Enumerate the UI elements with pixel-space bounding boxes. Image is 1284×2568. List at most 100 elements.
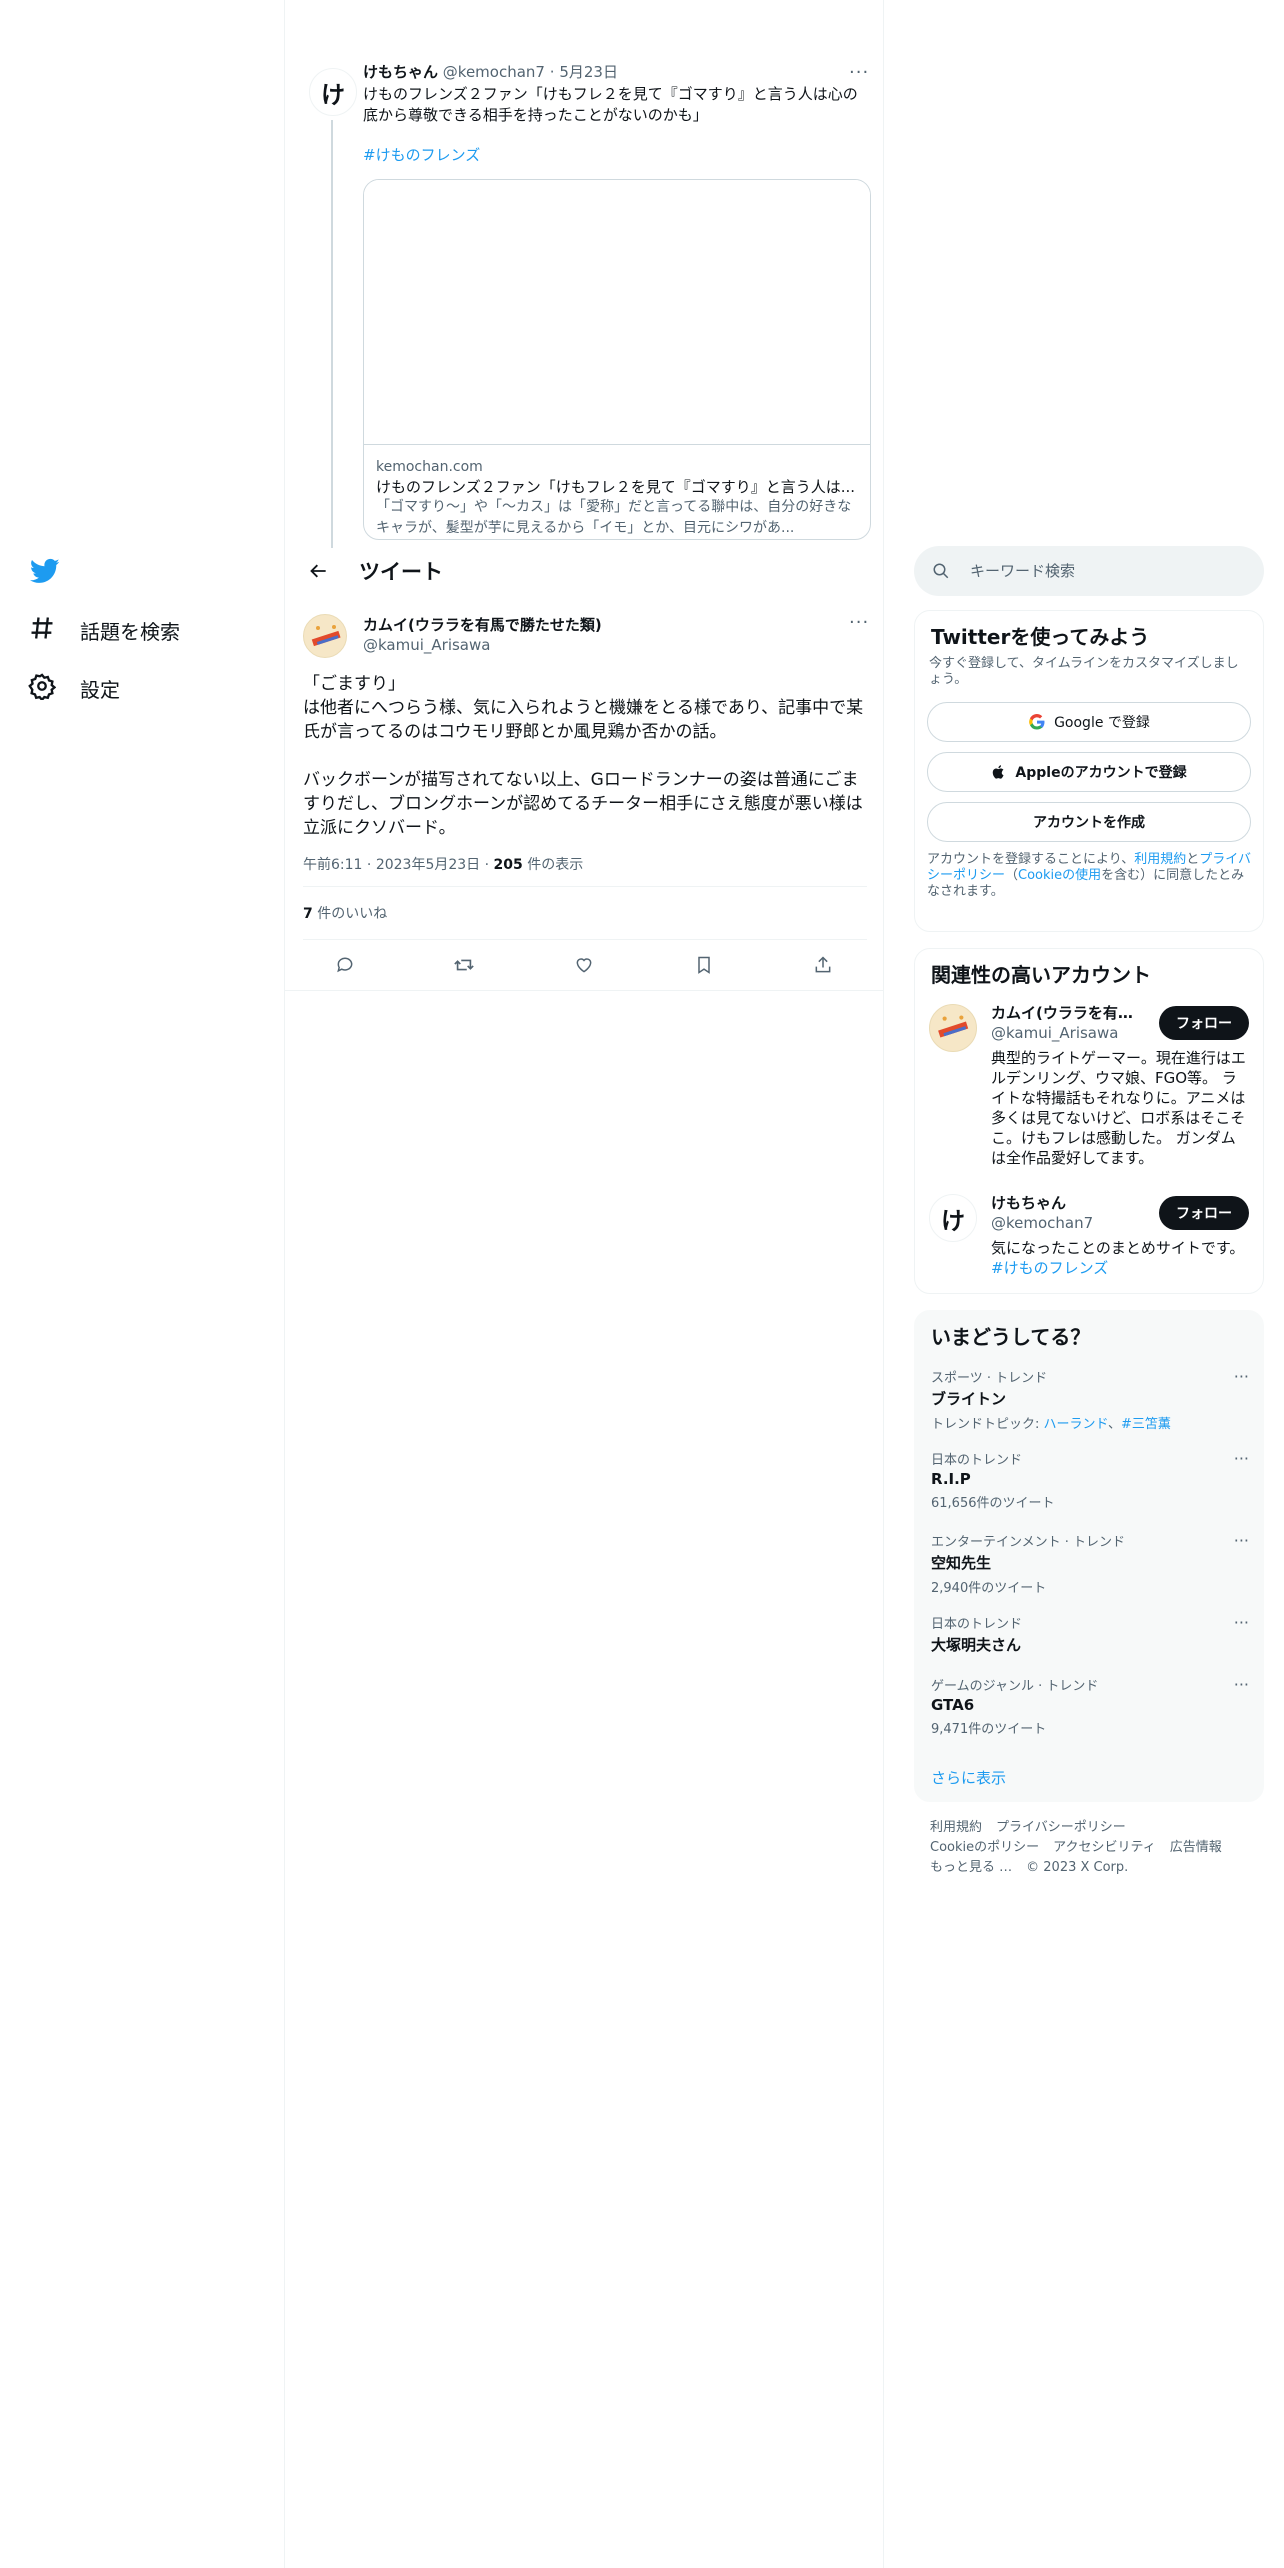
card-title: けものフレンズ２ファン「けもフレ２を見て『ゴマすり』と言う人は...: [376, 478, 856, 496]
signup-terms: アカウントを登録することにより、利用規約とプライバシーポリシー（Cookieの使…: [927, 852, 1252, 899]
nav-settings-label: 設定: [80, 678, 120, 702]
author-name[interactable]: カムイ(ウララを有馬で勝たせた類): [363, 614, 602, 635]
related-title: 関連性の高いアカウント: [931, 963, 1151, 987]
footer-link[interactable]: Cookieのポリシー: [930, 1840, 1039, 1855]
trends-panel: いまどうしてる？ スポーツ · トレンド ブライトン トレンドトピック: ハーラ…: [914, 1310, 1264, 1802]
apple-icon: [991, 764, 1007, 780]
search-bar[interactable]: [914, 546, 1264, 596]
share-icon[interactable]: [809, 951, 837, 979]
trend-name: GTA6: [931, 1696, 975, 1714]
related-accounts-panel: 関連性の高いアカウント カムイ(ウララを有馬で勝たせた類) @kamui_Ari…: [914, 948, 1264, 1294]
tweet-text: 「ごますり」 は他者にへつらう様、気に入られようと機嫌をとる様であり、記事中で某…: [303, 674, 864, 838]
trend-count: 9,471件のツイート: [931, 1722, 1047, 1737]
google-signup-label: Google で登録: [1054, 715, 1150, 731]
more-options-icon[interactable]: ···: [1234, 1367, 1249, 1386]
reply-icon[interactable]: [331, 951, 359, 979]
hashtag-link[interactable]: #けものフレンズ: [363, 144, 869, 165]
likes-label: 件のいいね: [317, 906, 388, 922]
main-tweet: カムイ(ウララを有馬で勝たせた類) @kamui_Arisawa ··· 「ごま…: [285, 606, 883, 991]
bio-hashtag-link[interactable]: #けものフレンズ: [991, 1259, 1108, 1277]
signup-title: Twitterを使ってみよう: [931, 625, 1150, 649]
action-bar: [285, 940, 883, 991]
gear-icon: [28, 672, 57, 705]
main-column: け けもちゃん @kemochan7 · 5月23日 けものフレンズ２ファン「け…: [284, 0, 884, 2568]
account-bio: 気になったことのまとめサイトです。 #けものフレンズ: [991, 1239, 1245, 1277]
google-signup-button[interactable]: Google で登録: [927, 702, 1251, 742]
follow-button[interactable]: フォロー: [1159, 1196, 1249, 1230]
create-account-button[interactable]: アカウントを作成: [927, 802, 1251, 842]
tweet-meta: 午前6:11 · 2023年5月23日 · 205 件の表示: [303, 854, 867, 887]
retweet-icon[interactable]: [450, 951, 478, 979]
header-bar: ツイート: [285, 548, 883, 594]
account-bio: 典型的ライトゲーマー。現在進行はエルデンリング、ウマ娘、FGO等。 ライトな特撮…: [991, 1049, 1246, 1167]
link-card[interactable]: kemochan.com けものフレンズ２ファン「けもフレ２を見て『ゴマすり』と…: [363, 179, 871, 540]
footer-link[interactable]: アクセシビリティ: [1053, 1840, 1156, 1855]
trend-item[interactable]: 日本のトレンド 大塚明夫さん ···: [931, 1613, 1249, 1655]
back-arrow-icon[interactable]: [301, 553, 337, 589]
more-options-icon[interactable]: ···: [849, 612, 869, 633]
trend-item[interactable]: スポーツ · トレンド ブライトン トレンドトピック: ハーランド、#三笘薫 ·…: [931, 1367, 1249, 1432]
account-name[interactable]: カムイ(ウララを有馬で勝たせた類): [991, 1002, 1143, 1023]
avatar[interactable]: け: [309, 68, 357, 116]
account-handle[interactable]: @kamui_Arisawa: [991, 1024, 1118, 1042]
footer-link[interactable]: 利用規約: [930, 1820, 982, 1835]
likes-count: 7: [303, 906, 313, 922]
signup-subtitle: 今すぐ登録して、タイムラインをカスタマイズしましょう。: [929, 656, 1239, 687]
footer-link[interactable]: プライバシーポリシー: [996, 1820, 1126, 1835]
apple-signup-label: Appleのアカウントで登録: [1015, 765, 1187, 781]
trends-title: いまどうしてる？: [931, 1325, 1091, 1349]
author-name[interactable]: けもちゃん: [363, 63, 438, 81]
trend-item[interactable]: ゲームのジャンル · トレンド GTA6 9,471件のツイート ···: [931, 1675, 1249, 1737]
author-handle[interactable]: @kamui_Arisawa: [363, 636, 490, 654]
trend-count: 61,656件のツイート: [931, 1496, 1055, 1511]
card-image: [364, 180, 870, 445]
cookie-link[interactable]: Cookieの使用: [1018, 868, 1101, 883]
nav-explore[interactable]: 話題を検索: [28, 614, 180, 647]
tweet-date[interactable]: 5月23日: [559, 63, 618, 81]
nav-settings[interactable]: 設定: [28, 672, 120, 705]
create-account-label: アカウントを作成: [1033, 815, 1145, 831]
terms-link[interactable]: 利用規約: [1134, 852, 1186, 867]
views-label: 件の表示: [527, 857, 584, 873]
trend-item[interactable]: エンターテインメント · トレンド 空知先生 2,940件のツイート ···: [931, 1531, 1249, 1596]
avatar[interactable]: け: [929, 1194, 977, 1242]
separator: ·: [549, 63, 555, 81]
google-icon: [1028, 713, 1046, 731]
more-options-icon[interactable]: ···: [1234, 1613, 1249, 1632]
more-options-icon[interactable]: ···: [1234, 1449, 1249, 1468]
footer-link[interactable]: 広告情報: [1170, 1840, 1222, 1855]
more-options-icon[interactable]: ···: [1234, 1531, 1249, 1550]
trend-name: 大塚明夫さん: [931, 1636, 1022, 1654]
page-title: ツイート: [359, 560, 443, 584]
apple-signup-button[interactable]: Appleのアカウントで登録: [927, 752, 1251, 792]
follow-button[interactable]: フォロー: [1159, 1006, 1249, 1040]
parent-tweet[interactable]: け けもちゃん @kemochan7 · 5月23日 けものフレンズ２ファン「け…: [285, 52, 883, 548]
thread-line: [331, 120, 333, 548]
bookmark-icon[interactable]: [690, 951, 718, 979]
tweet-text: けものフレンズ２ファン「けもフレ２を見て『ゴマすり』と言う人は心の底から尊敬でき…: [363, 85, 858, 124]
footer-links: 利用規約 プライバシーポリシー Cookieのポリシー アクセシビリティ 広告情報 も…: [930, 1818, 1250, 1878]
avatar[interactable]: [929, 1004, 977, 1052]
likes-summary[interactable]: 7 件のいいね: [303, 887, 867, 940]
twitter-logo-icon[interactable]: [28, 556, 62, 586]
trend-topic-link[interactable]: #三笘薫: [1121, 1417, 1171, 1432]
show-more-link[interactable]: さらに表示: [931, 1767, 1006, 1788]
card-description: 「ゴマすり～」や「～カス」は「愛称」だと言ってる聯中は、自分の好きなキャラが、髪…: [376, 499, 852, 536]
copyright: © 2023 X Corp.: [1026, 1860, 1129, 1875]
trend-item[interactable]: 日本のトレンド R.I.P 61,656件のツイート ···: [931, 1449, 1249, 1511]
tweet-date[interactable]: 2023年5月23日: [376, 857, 480, 873]
more-options-icon[interactable]: ···: [1234, 1675, 1249, 1694]
account-name[interactable]: けもちゃん: [991, 1192, 1143, 1213]
more-options-icon[interactable]: ···: [849, 62, 869, 83]
search-input[interactable]: [968, 561, 1252, 581]
hashtag-icon: [28, 614, 56, 647]
trend-topic-link[interactable]: ハーランド: [1044, 1417, 1108, 1432]
footer-link[interactable]: もっと見る …: [930, 1860, 1012, 1875]
like-icon[interactable]: [570, 951, 598, 979]
author-handle[interactable]: @kemochan7: [443, 63, 545, 81]
tweet-time[interactable]: 午前6:11: [303, 857, 362, 873]
card-domain: kemochan.com: [376, 459, 483, 475]
account-handle[interactable]: @kemochan7: [991, 1214, 1093, 1232]
avatar[interactable]: [303, 614, 347, 658]
tweet-header: けもちゃん @kemochan7 · 5月23日: [363, 62, 869, 82]
